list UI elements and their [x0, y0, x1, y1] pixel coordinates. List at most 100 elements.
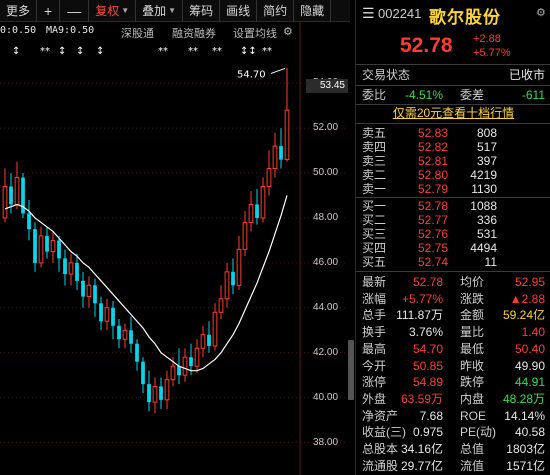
stat-value: 59.24亿: [502, 308, 545, 323]
stat-value: 50.40: [514, 341, 545, 356]
panel-gear-icon[interactable]: ⚙: [536, 6, 546, 19]
candle: [57, 235, 61, 272]
candle: [266, 150, 272, 196]
candle-body: [147, 384, 151, 403]
menu-icon[interactable]: ☰: [362, 5, 375, 22]
candle-body: [75, 262, 79, 281]
candle: [218, 285, 224, 320]
bids-row[interactable]: 买三 52.76 531: [356, 227, 550, 241]
bids-row[interactable]: 买一 52.78 1088: [356, 199, 550, 213]
event-marker: ↕: [12, 46, 20, 57]
ma-settings-label[interactable]: 设置均线: [233, 25, 277, 41]
axis-tick-label: 38.00: [313, 436, 339, 448]
stat-value: 44.91: [514, 375, 545, 390]
toolbar-button-label: 筹码: [189, 4, 214, 18]
bids-price: 52.74: [418, 255, 449, 269]
hk-connect-label[interactable]: 深股通: [121, 25, 154, 41]
stat-value: 7.68: [419, 408, 443, 423]
caret-down-icon: ▼: [121, 6, 130, 15]
candle: [255, 188, 259, 225]
candle: [284, 67, 290, 162]
asks-row[interactable]: 卖四 52.82 517: [356, 140, 550, 154]
toolbar-button-2[interactable]: —: [60, 0, 90, 22]
candle: [242, 211, 248, 257]
status-label: 交易状态: [362, 68, 411, 82]
margin-trading-label[interactable]: 融资融券: [172, 25, 216, 41]
asks-label: 卖五: [362, 126, 387, 140]
candle-body: [129, 330, 133, 344]
candle: [248, 190, 254, 232]
candle-body: [194, 347, 200, 367]
weicha-label: 委差: [460, 88, 485, 102]
axis-tick-label: 52.00: [313, 122, 339, 134]
candle-body: [200, 334, 206, 349]
toolbar-button-label: 叠加: [142, 4, 167, 18]
toolbar-button-label: 复权: [95, 4, 120, 18]
webi-value: -4.51%: [404, 88, 443, 102]
asks-price: 52.80: [418, 168, 449, 182]
toolbar-button-3[interactable]: 复权 ▼: [89, 0, 137, 22]
candle: [21, 173, 25, 218]
stat-label: 净资产: [362, 408, 399, 423]
toolbar-button-label: +: [44, 2, 53, 19]
stat-label: 最低: [460, 341, 485, 356]
candle: [2, 168, 8, 223]
candle-body: [242, 221, 248, 250]
price-axis: 54.0052.0050.0048.0046.0044.0042.0040.00…: [293, 0, 348, 475]
asks-row[interactable]: 卖一 52.79 1130: [356, 182, 550, 196]
asks-label: 卖二: [362, 168, 387, 182]
stat-value: ▲2.88: [509, 291, 545, 306]
stat-label: 内盘: [460, 391, 485, 406]
candle: [68, 253, 74, 286]
toolbar-button-1[interactable]: +: [37, 0, 61, 22]
candle-body: [81, 280, 85, 297]
asks-row[interactable]: 卖三 52.81 397: [356, 154, 550, 168]
stat-label: 跌停: [460, 375, 485, 390]
candle: [207, 321, 211, 353]
candle: [164, 370, 170, 409]
event-marker: **: [262, 46, 272, 57]
bids-row[interactable]: 买五 52.74 11: [356, 255, 550, 269]
stat-value: +5.77%: [401, 291, 443, 306]
asks-price: 52.79: [418, 182, 449, 196]
toolbar-button-4[interactable]: 叠加 ▼: [136, 0, 184, 22]
stat-row: 流通股 29.77亿 流值 1571亿: [356, 458, 550, 474]
candle-body: [68, 262, 74, 275]
toolbar-button-0[interactable]: 更多: [0, 0, 38, 22]
high-price-label: 54.70: [237, 69, 266, 80]
candle: [38, 226, 44, 268]
candle: [152, 377, 158, 414]
asks-volume: 1130: [471, 182, 497, 196]
asks-label: 卖四: [362, 140, 387, 154]
chart-scroll-handle[interactable]: [348, 340, 354, 400]
asks-row[interactable]: 卖二 52.80 4219: [356, 168, 550, 182]
webi-label: 委比: [362, 88, 387, 102]
stat-label: 换手: [362, 325, 387, 340]
order-ratio-row: 委比 -4.51% 委差 -611: [356, 87, 550, 103]
candle: [111, 301, 115, 340]
toolbar-button-6[interactable]: 画线: [220, 0, 258, 22]
candle: [122, 323, 128, 349]
asks-price: 52.82: [418, 140, 449, 154]
gear-icon[interactable]: ⚙: [283, 25, 293, 38]
candle-body: [182, 356, 188, 376]
event-marker: **: [188, 46, 198, 57]
bids-row[interactable]: 买四 52.75 4494: [356, 241, 550, 255]
candle: [50, 231, 56, 263]
asks-price: 52.81: [418, 154, 449, 168]
asks-row[interactable]: 卖五 52.83 808: [356, 126, 550, 140]
ten-level-promo-link[interactable]: 仅需20元查看十档行情: [356, 105, 550, 121]
stat-row: 最新 52.78 均价 52.95: [356, 274, 550, 290]
toolbar-button-7[interactable]: 简约: [257, 0, 295, 22]
bids-label: 买一: [362, 199, 387, 213]
toolbar-button-5[interactable]: 筹码: [183, 0, 221, 22]
asks-price: 52.83: [418, 126, 449, 140]
bids-volume: 1088: [470, 199, 497, 213]
stat-value: 52.95: [514, 275, 545, 289]
stat-value: 1803亿: [506, 442, 545, 456]
candle: [135, 339, 139, 371]
candle: [194, 339, 200, 373]
candle-body: [207, 334, 211, 346]
stat-row: 涨幅 +5.77% 涨跌 ▲2.88: [356, 291, 550, 307]
bids-row[interactable]: 买二 52.77 336: [356, 213, 550, 227]
